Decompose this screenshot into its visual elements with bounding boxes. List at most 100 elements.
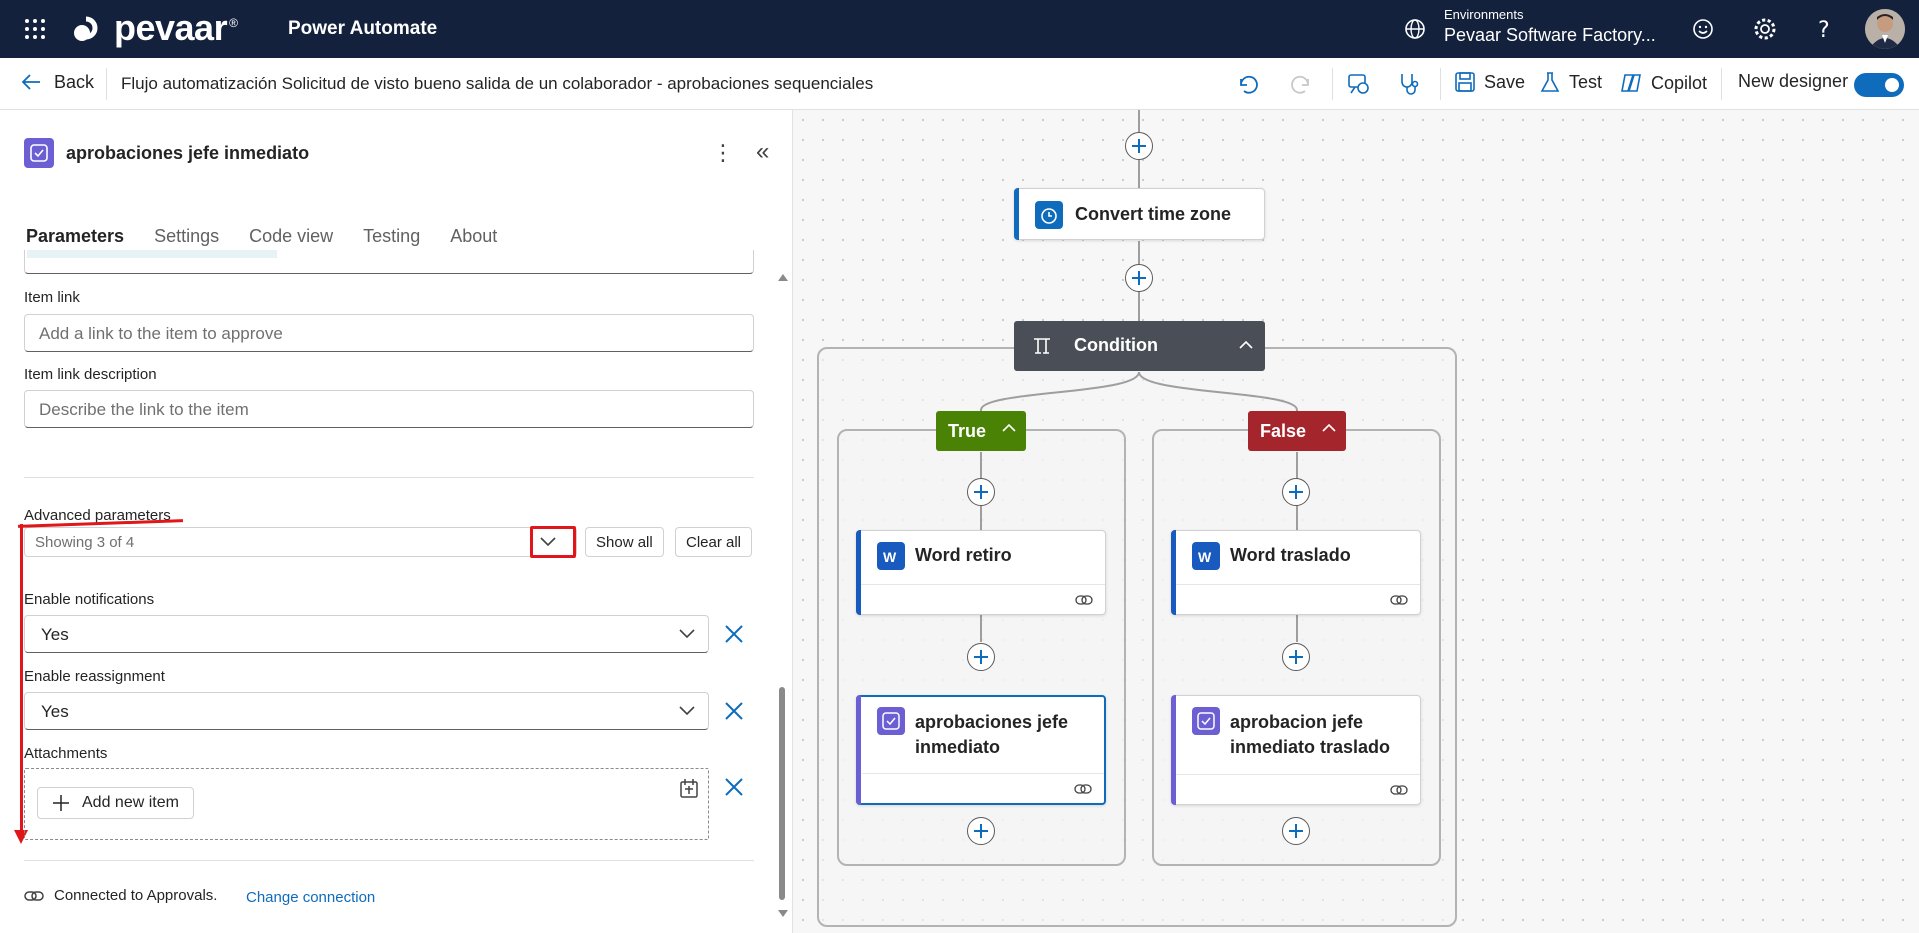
separator [1440,68,1441,100]
chevron-down-icon [679,706,695,716]
insert-step-plus-icon[interactable] [967,643,995,671]
environment-selector[interactable]: Pevaar Software Factory... [1444,25,1656,46]
app-launcher-icon[interactable] [24,18,46,40]
tab-about[interactable]: About [450,226,497,247]
back-button[interactable]: Back [20,71,94,93]
true-badge[interactable]: True [936,411,1026,451]
action-details-panel: aprobaciones jefe inmediato ⋮ « Paramete… [0,110,793,933]
attachments-field: Add new item [24,768,709,840]
enable-reassignment-value: Yes [41,702,69,721]
advanced-parameters-value: Showing 3 of 4 [35,534,135,551]
card-footer [862,773,1104,803]
tab-code-view[interactable]: Code view [249,226,333,247]
card-footer [1176,584,1420,614]
aprobaciones-jefe-inmediato-card[interactable]: aprobaciones jefe inmediato [856,695,1106,805]
remove-parameter-close-icon[interactable] [723,623,745,645]
approval-action-icon [877,707,905,735]
chevron-up-icon[interactable] [1002,421,1016,435]
user-avatar-image [1865,9,1905,49]
new-designer-label: New designer [1738,71,1849,91]
link-icon [1075,595,1093,605]
false-badge[interactable]: False [1248,411,1346,451]
insert-step-plus-icon[interactable] [967,478,995,506]
environment-icon[interactable] [1403,17,1427,41]
attachments-label: Attachments [24,745,108,762]
dynamic-token-chip[interactable] [27,250,277,258]
divider [24,477,754,478]
advanced-parameters-dropdown[interactable]: Showing 3 of 4 [24,527,577,557]
word-traslado-card[interactable]: W Word traslado [1171,530,1421,615]
annotation-arrow-line [20,524,23,840]
item-link-description-input[interactable]: Describe the link to the item [24,390,754,428]
switch-input-mode-icon[interactable] [678,777,700,799]
word-icon: W [1192,542,1220,570]
undo-icon[interactable] [1235,71,1261,97]
panel-scrollbar-thumb[interactable] [779,687,785,900]
help-icon[interactable]: ? [1811,16,1837,42]
remove-parameter-close-icon[interactable] [723,776,745,798]
chevron-down-icon [679,629,695,639]
command-bar: Back Flujo automatización Solicitud de v… [0,58,1919,110]
tab-testing[interactable]: Testing [363,226,420,247]
user-avatar[interactable] [1865,9,1905,49]
clear-all-button[interactable]: Clear all [675,527,753,557]
save-icon [1455,72,1475,92]
item-link-input[interactable]: Add a link to the item to approve [24,314,754,352]
card-footer [1176,774,1420,804]
item-link-label: Item link [24,289,80,306]
card-footer [861,584,1105,614]
chevron-up-icon[interactable] [1322,421,1336,435]
stethoscope-icon[interactable] [1396,71,1422,97]
more-options-icon[interactable]: ⋮ [712,140,734,166]
insert-step-plus-icon[interactable] [1282,643,1310,671]
insert-step-plus-icon[interactable] [967,817,995,845]
designer-canvas[interactable]: Convert time zone Condition True W Word … [793,110,1919,933]
approval-action-icon [24,138,54,168]
aprobaciones-jefe-inmediato-label: aprobaciones jefe inmediato [915,712,1069,757]
new-designer-toggle[interactable] [1854,73,1904,97]
enable-reassignment-label: Enable reassignment [24,668,165,685]
save-button[interactable]: Save [1454,71,1525,93]
remove-parameter-close-icon[interactable] [723,700,745,722]
approval-action-icon [1192,707,1220,735]
add-new-item-button[interactable]: Add new item [37,787,194,819]
copilot-button[interactable]: Copilot [1619,71,1707,95]
details-field-partial[interactable] [24,250,754,274]
insert-step-plus-icon[interactable] [1282,817,1310,845]
scroll-up-arrow-icon[interactable] [778,273,788,281]
link-icon [1390,595,1408,605]
flow-title[interactable]: Flujo automatización Solicitud de visto … [121,74,873,94]
show-all-button[interactable]: Show all [585,527,664,557]
enable-notifications-value: Yes [41,625,69,644]
test-button[interactable]: Test [1539,71,1602,93]
settings-gear-icon[interactable] [1752,16,1778,42]
tab-settings[interactable]: Settings [154,226,219,247]
item-link-description-label: Item link description [24,366,157,383]
enable-reassignment-dropdown[interactable]: Yes [24,692,709,730]
feedback-smiley-icon[interactable] [1690,16,1716,42]
aprobacion-jefe-inmediato-traslado-card[interactable]: aprobacion jefe inmediato traslado [1171,695,1421,805]
change-connection-link[interactable]: Change connection [246,889,375,906]
copilot-label: Copilot [1651,72,1708,93]
test-flask-icon [1540,72,1560,92]
save-label: Save [1484,71,1526,92]
collapse-panel-icon[interactable]: « [756,138,769,166]
enable-notifications-label: Enable notifications [24,591,155,608]
flow-checker-icon[interactable] [1346,71,1372,97]
back-label: Back [54,71,95,92]
panel-title[interactable]: aprobaciones jefe inmediato [66,143,309,164]
false-label: False [1260,421,1307,441]
svg-text:?: ? [1818,18,1830,42]
insert-step-plus-icon[interactable] [1282,478,1310,506]
connection-text: Connected to Approvals. [54,887,218,904]
connection-status: Connected to Approvals. [24,887,217,904]
tab-parameters[interactable]: Parameters [26,226,124,247]
environment-label: Environments [1444,7,1524,22]
word-retiro-label: Word retiro [915,545,1012,565]
enable-notifications-dropdown[interactable]: Yes [24,615,709,653]
brand-logo[interactable]: pevaar ® [72,7,238,48]
redo-icon[interactable] [1288,71,1314,97]
annotation-highlight-box [530,526,576,558]
word-retiro-card[interactable]: W Word retiro [856,530,1106,615]
scroll-down-arrow-icon[interactable] [778,910,788,918]
